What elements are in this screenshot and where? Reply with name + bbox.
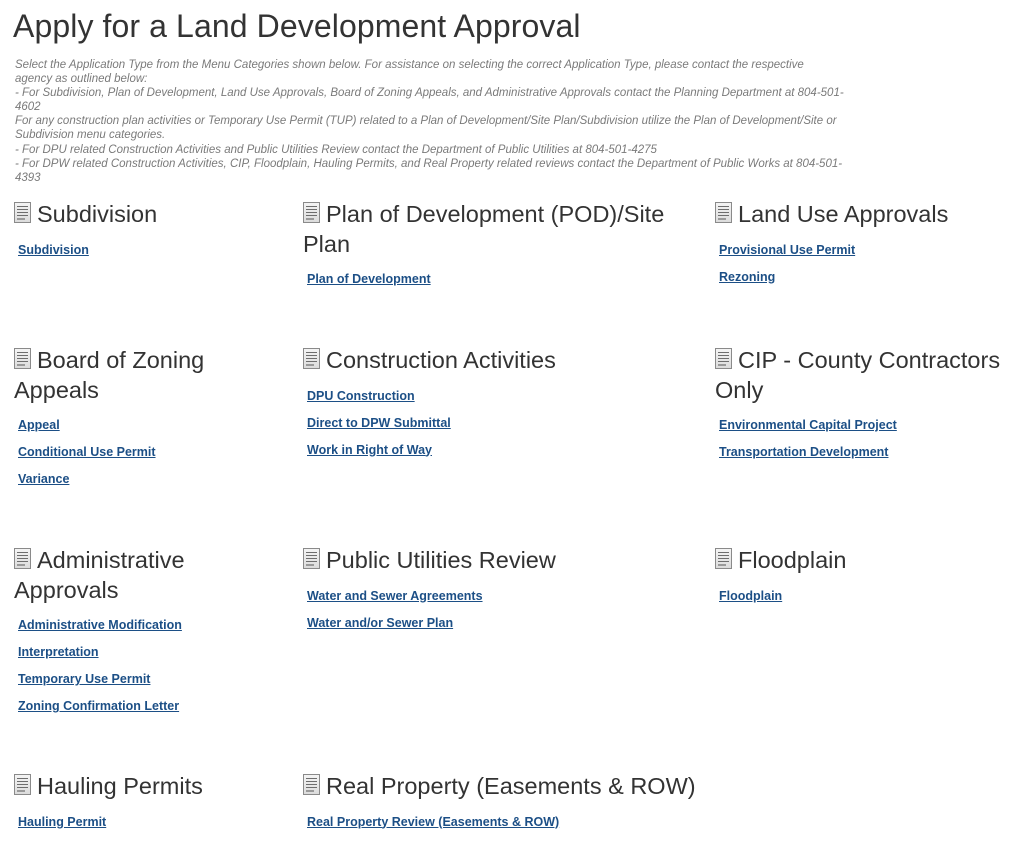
link-real-property-review[interactable]: Real Property Review (Easements & ROW) <box>307 809 713 836</box>
document-icon <box>715 348 732 369</box>
category-title: Hauling Permits <box>14 772 289 802</box>
document-icon <box>303 548 320 569</box>
category-title: Construction Activities <box>303 346 698 376</box>
category-administrative-approvals: Administrative Approvals Administrative … <box>14 546 269 720</box>
instruction-line: 4393 <box>15 171 41 184</box>
category-subdivision: Subdivision Subdivision <box>14 200 289 264</box>
document-icon <box>14 202 31 223</box>
instruction-line: - For DPU related Construction Activitie… <box>15 143 657 156</box>
link-hauling-permit[interactable]: Hauling Permit <box>18 809 289 836</box>
instruction-line: - For DPW related Construction Activitie… <box>15 157 843 170</box>
document-icon <box>715 548 732 569</box>
instructions: Select the Application Type from the Men… <box>15 58 860 185</box>
category-title: Plan of Development (POD)/Site Plan <box>303 201 665 257</box>
instruction-line: agency as outlined below: <box>15 73 148 86</box>
document-icon <box>14 348 31 369</box>
instruction-line: Subdivision menu categories. <box>15 129 166 142</box>
link-provisional-use-permit[interactable]: Provisional Use Permit <box>719 237 1010 264</box>
category-land-use-approvals: Land Use Approvals Provisional Use Permi… <box>715 200 1010 291</box>
category-title: Real Property (Easements & ROW) <box>303 772 713 802</box>
link-subdivision[interactable]: Subdivision <box>18 237 289 264</box>
link-administrative-modification[interactable]: Administrative Modification <box>18 612 269 639</box>
category-title: Administrative Approvals <box>14 547 185 603</box>
link-rezoning[interactable]: Rezoning <box>719 264 1010 291</box>
category-title: Subdivision <box>14 200 289 230</box>
link-environmental-capital-project[interactable]: Environmental Capital Project <box>719 412 1013 439</box>
link-transportation-development[interactable]: Transportation Development <box>719 439 1013 466</box>
link-temporary-use-permit[interactable]: Temporary Use Permit <box>18 666 269 693</box>
page: Apply for a Land Development Approval Se… <box>0 0 1015 845</box>
category-hauling-permits: Hauling Permits Hauling Permit <box>14 772 289 836</box>
page-title: Apply for a Land Development Approval <box>13 8 581 44</box>
category-title: CIP - County Contractors Only <box>715 347 1001 403</box>
category-floodplain: Floodplain Floodplain <box>715 546 1010 610</box>
document-icon <box>303 202 320 223</box>
link-conditional-use-permit[interactable]: Conditional Use Permit <box>18 439 269 466</box>
link-appeal[interactable]: Appeal <box>18 412 269 439</box>
instruction-line: 4602 <box>15 101 41 114</box>
category-title: Floodplain <box>715 546 1010 576</box>
document-icon <box>14 548 31 569</box>
category-construction-activities: Construction Activities DPU Construction… <box>303 346 698 464</box>
link-zoning-confirmation-letter[interactable]: Zoning Confirmation Letter <box>18 693 269 720</box>
instruction-line: For any construction plan activities or … <box>15 115 837 128</box>
link-floodplain[interactable]: Floodplain <box>719 583 1010 610</box>
link-direct-to-dpw-submittal[interactable]: Direct to DPW Submittal <box>307 410 698 437</box>
document-icon <box>303 348 320 369</box>
link-water-and-or-sewer-plan[interactable]: Water and/or Sewer Plan <box>307 610 698 637</box>
link-plan-of-development[interactable]: Plan of Development <box>307 266 698 293</box>
document-icon <box>303 774 320 795</box>
category-title: Board of Zoning Appeals <box>14 347 205 403</box>
category-cip-county-contractors: CIP - County Contractors Only Environmen… <box>715 346 1013 466</box>
category-real-property: Real Property (Easements & ROW) Real Pro… <box>303 772 713 836</box>
instruction-line: - For Subdivision, Plan of Development, … <box>15 87 844 100</box>
category-title: Public Utilities Review <box>303 546 698 576</box>
category-public-utilities-review: Public Utilities Review Water and Sewer … <box>303 546 698 637</box>
instruction-line: Select the Application Type from the Men… <box>15 59 804 71</box>
link-work-in-right-of-way[interactable]: Work in Right of Way <box>307 437 698 464</box>
category-plan-of-development: Plan of Development (POD)/Site Plan Plan… <box>303 200 698 293</box>
document-icon <box>14 774 31 795</box>
category-title: Land Use Approvals <box>715 200 1010 230</box>
link-interpretation[interactable]: Interpretation <box>18 639 269 666</box>
document-icon <box>715 202 732 223</box>
link-dpu-construction[interactable]: DPU Construction <box>307 383 698 410</box>
category-board-of-zoning-appeals: Board of Zoning Appeals Appeal Condition… <box>14 346 269 493</box>
link-water-and-sewer-agreements[interactable]: Water and Sewer Agreements <box>307 583 698 610</box>
link-variance[interactable]: Variance <box>18 466 269 493</box>
